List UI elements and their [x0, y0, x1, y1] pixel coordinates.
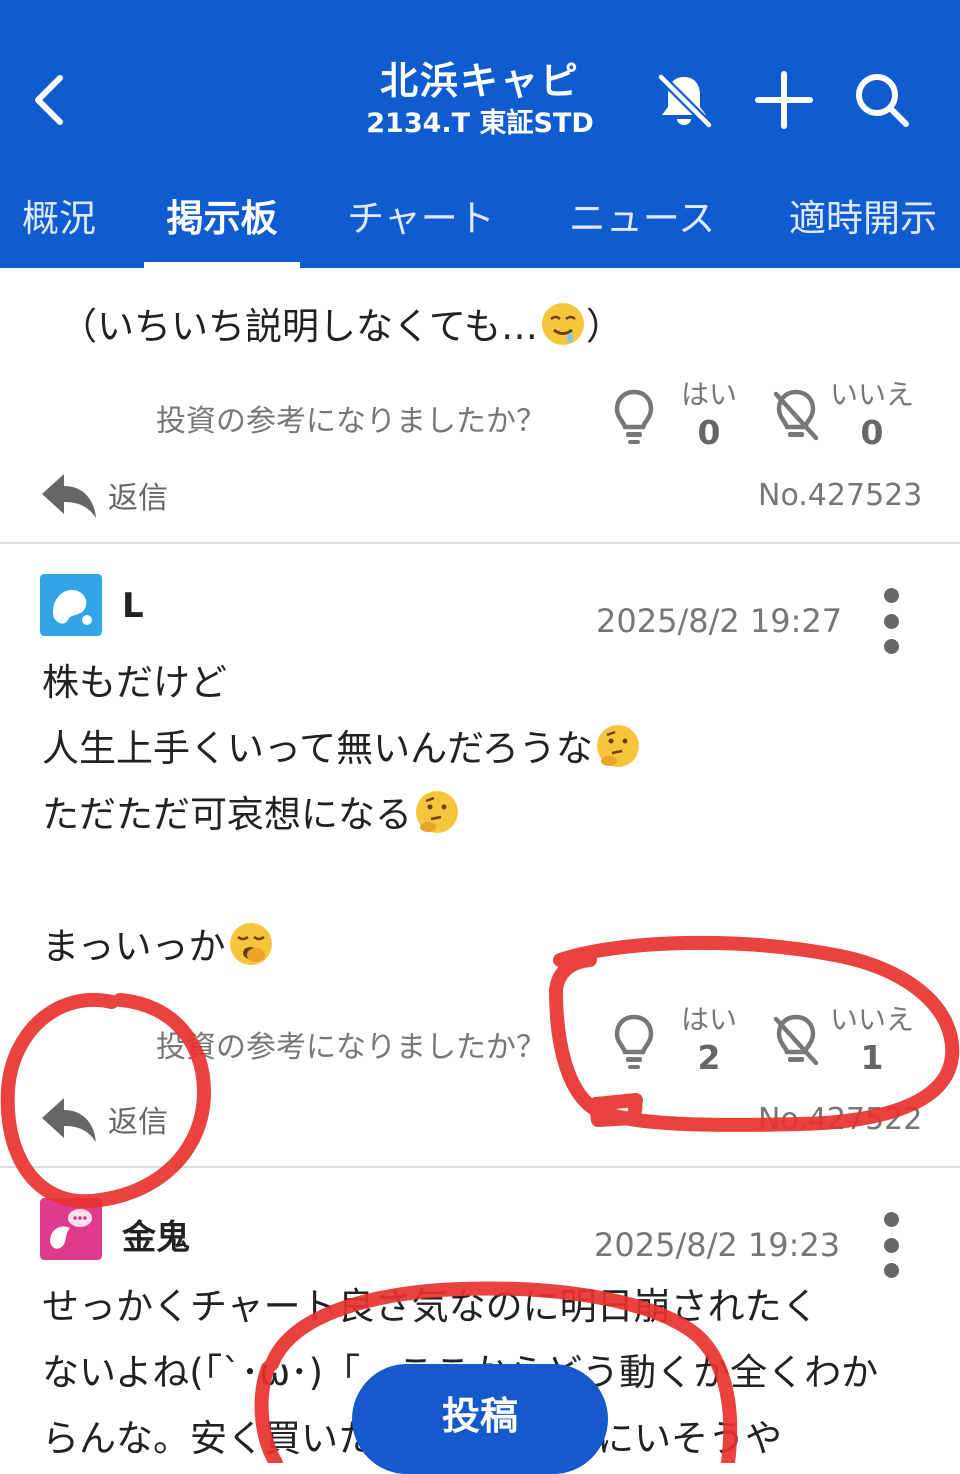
post-text-line-with-emoji: まっいっか: [42, 914, 641, 980]
tab-label: 掲示板: [166, 197, 278, 240]
post-text-line-with-emoji: ただただ可哀想になる: [42, 782, 641, 848]
reply-label: 返信: [108, 1105, 168, 1140]
post-number: No.427522: [758, 1102, 923, 1137]
post-timestamp: 2025/8/2 19:23: [594, 1226, 841, 1264]
add-button[interactable]: [750, 66, 818, 134]
stock-code: 2134.T 東証STD: [366, 108, 594, 139]
search-button[interactable]: [848, 66, 916, 134]
post-text-line: せっかくチャート良さ気なのに明日崩されたく: [42, 1285, 819, 1328]
new-post-label: 投稿: [441, 1394, 518, 1438]
tab-label: ニュース: [568, 197, 716, 240]
tab-label: 適時開示: [789, 197, 937, 240]
username[interactable]: 金鬼: [122, 1210, 190, 1259]
lightbulb-icon[interactable]: [610, 1013, 658, 1073]
vote-yes-count: 2: [697, 1038, 721, 1077]
vote-no-label: いいえ: [829, 1003, 914, 1036]
tab-board[interactable]: 掲示板: [144, 188, 300, 268]
plus-icon: [755, 71, 813, 129]
lightbulb-off-icon[interactable]: [772, 1013, 820, 1073]
post-timestamp: 2025/8/2 19:27: [596, 602, 843, 640]
vote-no[interactable]: いいえ 0: [822, 378, 922, 454]
notification-toggle-button[interactable]: [650, 66, 718, 134]
reply-button[interactable]: 返信: [40, 470, 168, 520]
tab-bar: 概況 掲示板 チャート ニュース 適時開示: [0, 170, 960, 268]
post-text-line: 人生上手くいって無いんだろうな: [42, 727, 593, 770]
active-tab-indicator: [144, 262, 300, 268]
tab-chart[interactable]: チャート: [346, 188, 496, 268]
vote-no[interactable]: いいえ 1: [822, 1003, 922, 1079]
vote-yes-label: はい: [680, 1003, 737, 1036]
post-body: （いちいち説明しなくても… ）: [60, 294, 623, 360]
lightbulb-icon[interactable]: [610, 388, 658, 448]
post-text-line: （いちいち説明しなくても…: [60, 305, 539, 348]
vote-yes[interactable]: はい 2: [676, 1003, 742, 1079]
tab-overview[interactable]: 概況: [20, 188, 98, 268]
vote-yes-count: 0: [697, 413, 721, 452]
reply-button[interactable]: 返信: [40, 1094, 168, 1144]
reply-arrow-icon: [42, 474, 96, 518]
reply-label: 返信: [108, 481, 168, 516]
lightbulb-off-icon[interactable]: [772, 388, 820, 448]
thinking-face-emoji: [416, 791, 458, 833]
tab-news[interactable]: ニュース: [566, 188, 718, 268]
back-chevron-icon: [35, 75, 63, 125]
vote-yes[interactable]: はい 0: [676, 378, 742, 454]
post-text-line-with-emoji: 人生上手くいって無いんだろうな: [42, 716, 641, 782]
reply-arrow-icon: [42, 1098, 96, 1142]
vote-yes-label: はい: [680, 378, 737, 411]
avatar[interactable]: [40, 574, 102, 636]
usefulness-question: 投資の参考になりましたか？: [156, 1030, 546, 1065]
stock-name: 北浜キャピ: [379, 59, 580, 103]
username[interactable]: L: [122, 586, 144, 626]
post-text-line: ただただ可哀想になる: [42, 793, 412, 836]
vote-no-label: いいえ: [829, 378, 914, 411]
app-header: 北浜キャピ 2134.T 東証STD 概況 掲示板 チャート ニュース 適時開示: [0, 0, 960, 268]
post-text-line: 株もだけど: [42, 661, 227, 704]
bell-off-icon: [657, 73, 713, 129]
usefulness-question: 投資の参考になりましたか？: [156, 404, 546, 439]
thinking-face-emoji: [596, 725, 639, 767]
avatar[interactable]: [40, 1198, 102, 1260]
post-text-line: ）: [586, 305, 624, 348]
drooling-face-emoji: [542, 303, 585, 345]
post-divider: [0, 542, 960, 544]
post-number: No.427523: [758, 478, 923, 513]
post-divider: [0, 1166, 960, 1168]
more-options-button[interactable]: [876, 588, 906, 654]
new-post-button[interactable]: 投稿: [352, 1364, 608, 1474]
stock-title: 北浜キャピ 2134.T 東証STD: [300, 58, 660, 142]
search-icon: [856, 74, 909, 127]
post-body: 株もだけど人生上手くいって無いんだろうな ただただ可哀想になる まっいっか: [42, 650, 641, 980]
more-options-button[interactable]: [876, 1212, 906, 1278]
tab-label: チャート: [347, 197, 495, 240]
vote-no-count: 1: [860, 1038, 884, 1077]
vote-no-count: 0: [860, 413, 884, 452]
post-text-line: まっいっか: [42, 925, 226, 968]
tab-label: 概況: [22, 197, 96, 240]
tab-disclosure[interactable]: 適時開示: [786, 188, 940, 268]
yawning-face-emoji: [229, 923, 272, 965]
back-button[interactable]: [16, 64, 80, 136]
